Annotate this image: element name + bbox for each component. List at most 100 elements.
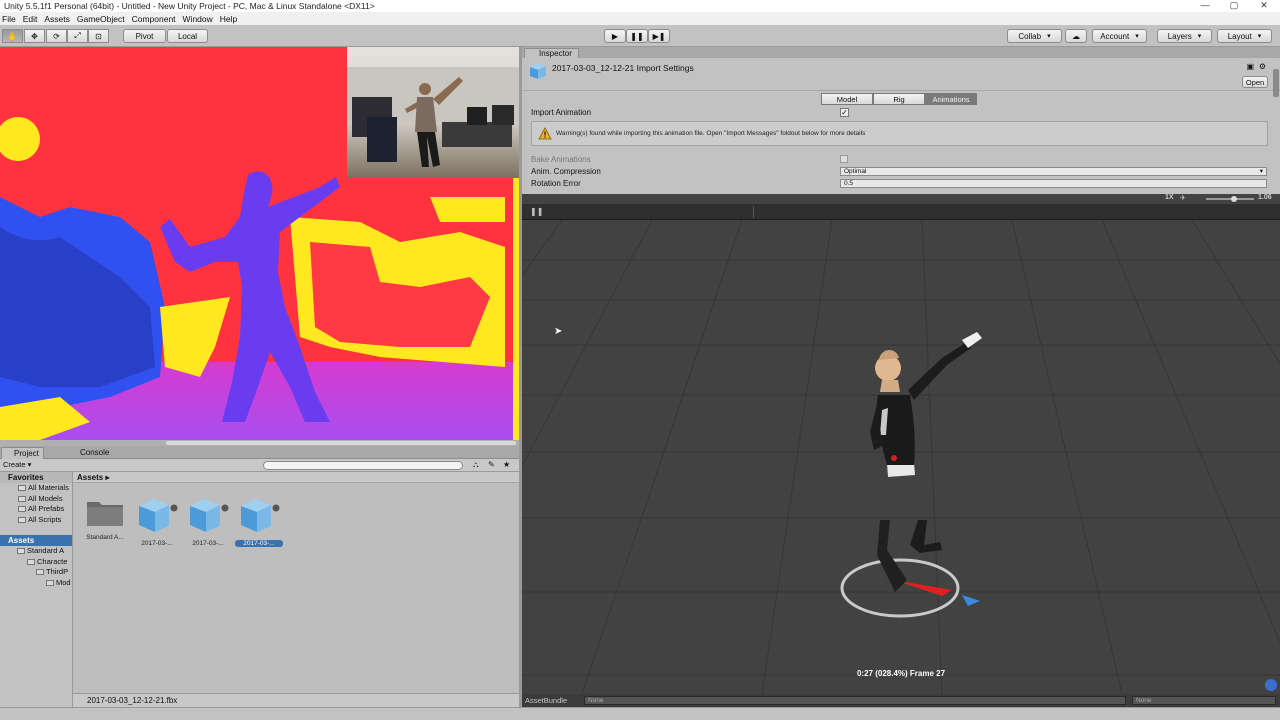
model-cube-icon [530, 63, 546, 79]
scene-view-depth-image[interactable] [0, 47, 519, 440]
import-animation-checkbox[interactable]: ✓ [840, 108, 849, 117]
animation-timeline[interactable]: ❚❚ [522, 204, 1280, 220]
tab-animations[interactable]: Animations [925, 93, 977, 105]
search-icon [18, 516, 26, 523]
favorite-all-scripts[interactable]: All Scripts [0, 515, 72, 526]
asset-bundle-variant-select[interactable]: None [1132, 696, 1276, 705]
chevron-down-icon: ▾ [1259, 168, 1263, 175]
rotation-error-field[interactable]: 0.5 [840, 179, 1267, 188]
layers-dropdown[interactable]: Layers [1157, 29, 1212, 43]
asset-item-fbx-1[interactable]: 2017-03-... [133, 496, 181, 547]
pause-button[interactable]: ❚❚ [626, 29, 648, 43]
menu-component[interactable]: Component [130, 14, 181, 24]
account-label: Account [1100, 31, 1130, 41]
layout-dropdown[interactable]: Layout [1217, 29, 1272, 43]
cloud-icon[interactable]: ☁ [1065, 29, 1087, 43]
main-toolbar: ✋ ✥ ⟳ ⤢ ⊡ Pivot Local ▶ ❚❚ ▶❚ Collab ☁ A… [0, 25, 1280, 47]
breadcrumb-label[interactable]: Assets [77, 473, 103, 482]
step-button[interactable]: ▶❚ [648, 29, 670, 43]
folder-icon [36, 569, 44, 575]
menu-gameobject[interactable]: GameObject [75, 14, 130, 24]
asset-item-fbx-2[interactable]: 2017-03-... [184, 496, 232, 547]
create-dropdown[interactable]: Create ▾ [3, 460, 31, 469]
menu-file[interactable]: File [0, 14, 21, 24]
root-circle [840, 558, 960, 618]
inspector-header: 2017-03-03_12-12-21 Import Settings ▣ ⚙ … [522, 58, 1280, 91]
menu-window[interactable]: Window [181, 14, 218, 24]
account-dropdown[interactable]: Account [1092, 29, 1147, 43]
project-footer: 2017-03-03_12-12-21.fbx [73, 693, 583, 707]
gear-icon[interactable]: ⚙ [1259, 62, 1266, 71]
create-label: Create [3, 460, 26, 469]
collab-dropdown[interactable]: Collab [1007, 29, 1062, 43]
selected-file-path: 2017-03-03_12-12-21.fbx [87, 696, 178, 705]
layers-label: Layers [1167, 31, 1192, 41]
layout-label: Layout [1227, 31, 1252, 41]
menu-help[interactable]: Help [218, 14, 242, 24]
favorite-label: All Materials [28, 483, 69, 492]
pivot-toggle[interactable]: Pivot [123, 29, 166, 43]
tree-characters[interactable]: Characte [0, 557, 72, 568]
camera-icon[interactable] [1265, 679, 1277, 691]
inspector-title: 2017-03-03_12-12-21 Import Settings [552, 63, 694, 73]
favorites-header[interactable]: Favorites [0, 472, 72, 483]
timeline-playhead[interactable] [753, 206, 754, 218]
star-icon[interactable]: ★ [503, 460, 510, 469]
asset-item-fbx-3[interactable]: 2017-03-... [235, 496, 283, 547]
tree-label: Mod [56, 577, 71, 587]
favorite-all-models[interactable]: All Models [0, 494, 72, 505]
rect-tool-icon[interactable]: ⊡ [88, 29, 109, 43]
menu-assets[interactable]: Assets [42, 14, 75, 24]
asset-bundle-name-select[interactable]: None [584, 696, 1126, 705]
tab-rig[interactable]: Rig [873, 93, 925, 105]
open-button[interactable]: Open [1242, 76, 1268, 88]
forward-marker [962, 595, 980, 606]
speed-value: 1.06 [1258, 194, 1272, 201]
scale-tool-icon[interactable]: ⤢ [67, 29, 88, 43]
tab-console[interactable]: Console [68, 447, 113, 459]
speed-slider[interactable] [1206, 198, 1254, 200]
close-button[interactable]: ✕ [1254, 0, 1274, 11]
inspector-scrollbar[interactable] [1273, 69, 1279, 97]
tab-project[interactable]: Project [1, 447, 44, 459]
tab-console-label: Console [80, 448, 110, 457]
tab-model[interactable]: Model [821, 93, 873, 105]
status-bar [0, 707, 1280, 720]
play-button[interactable]: ▶ [604, 29, 626, 43]
anim-compression-select[interactable]: Optimal ▾ [840, 167, 1267, 176]
project-search-input[interactable] [263, 461, 463, 470]
tree-standard-assets[interactable]: Standard A [0, 546, 72, 557]
warning-message: Warning(s) found while importing this an… [556, 130, 866, 137]
pause-icon[interactable]: ❚❚ [530, 207, 543, 216]
folder-icon [87, 502, 123, 526]
help-icon[interactable]: ▣ [1246, 62, 1254, 71]
scrollbar-thumb[interactable] [166, 441, 516, 445]
hand-tool-icon[interactable]: ✋ [2, 29, 23, 43]
asset-bundle-bar: AssetBundle None None [522, 694, 1280, 707]
speed-slider-handle[interactable] [1231, 196, 1237, 202]
filter-label-icon[interactable]: ✎ [488, 460, 495, 469]
title-bar: Unity 5.5.1f1 Personal (64bit) - Untitle… [0, 0, 1280, 12]
menu-edit[interactable]: Edit [21, 14, 43, 24]
tree-models[interactable]: Mod [0, 578, 72, 589]
search-icon [18, 506, 26, 512]
favorite-label: All Models [28, 493, 63, 503]
favorite-all-prefabs[interactable]: All Prefabs [0, 504, 72, 515]
rotate-tool-icon[interactable]: ⟳ [46, 29, 67, 43]
filter-type-icon[interactable]: ⛬ [473, 460, 479, 470]
animation-preview-viewport[interactable]: ➤ 0:27 (028.4%) Frame 27 [522, 220, 1280, 694]
speed-slow-icon: ✈ [1180, 195, 1186, 202]
move-tool-icon[interactable]: ✥ [24, 29, 45, 43]
tree-thirdperson[interactable]: ThirdP [0, 567, 72, 578]
favorite-all-materials[interactable]: All Materials [0, 483, 72, 494]
minimize-button[interactable]: — [1195, 0, 1215, 10]
bake-animations-checkbox[interactable] [840, 155, 848, 163]
assets-folder-header[interactable]: Assets [0, 535, 72, 546]
maximize-button[interactable]: ▢ [1224, 0, 1244, 11]
tab-inspector-label: Inspector [539, 49, 572, 58]
kinect-camera-inset [347, 47, 519, 178]
asset-item-folder[interactable]: Standard A... [81, 496, 129, 541]
frame-label: 0:27 (028.4%) Frame 27 [856, 669, 946, 678]
tab-inspector[interactable]: Inspector [524, 48, 579, 58]
local-toggle[interactable]: Local [167, 29, 208, 43]
